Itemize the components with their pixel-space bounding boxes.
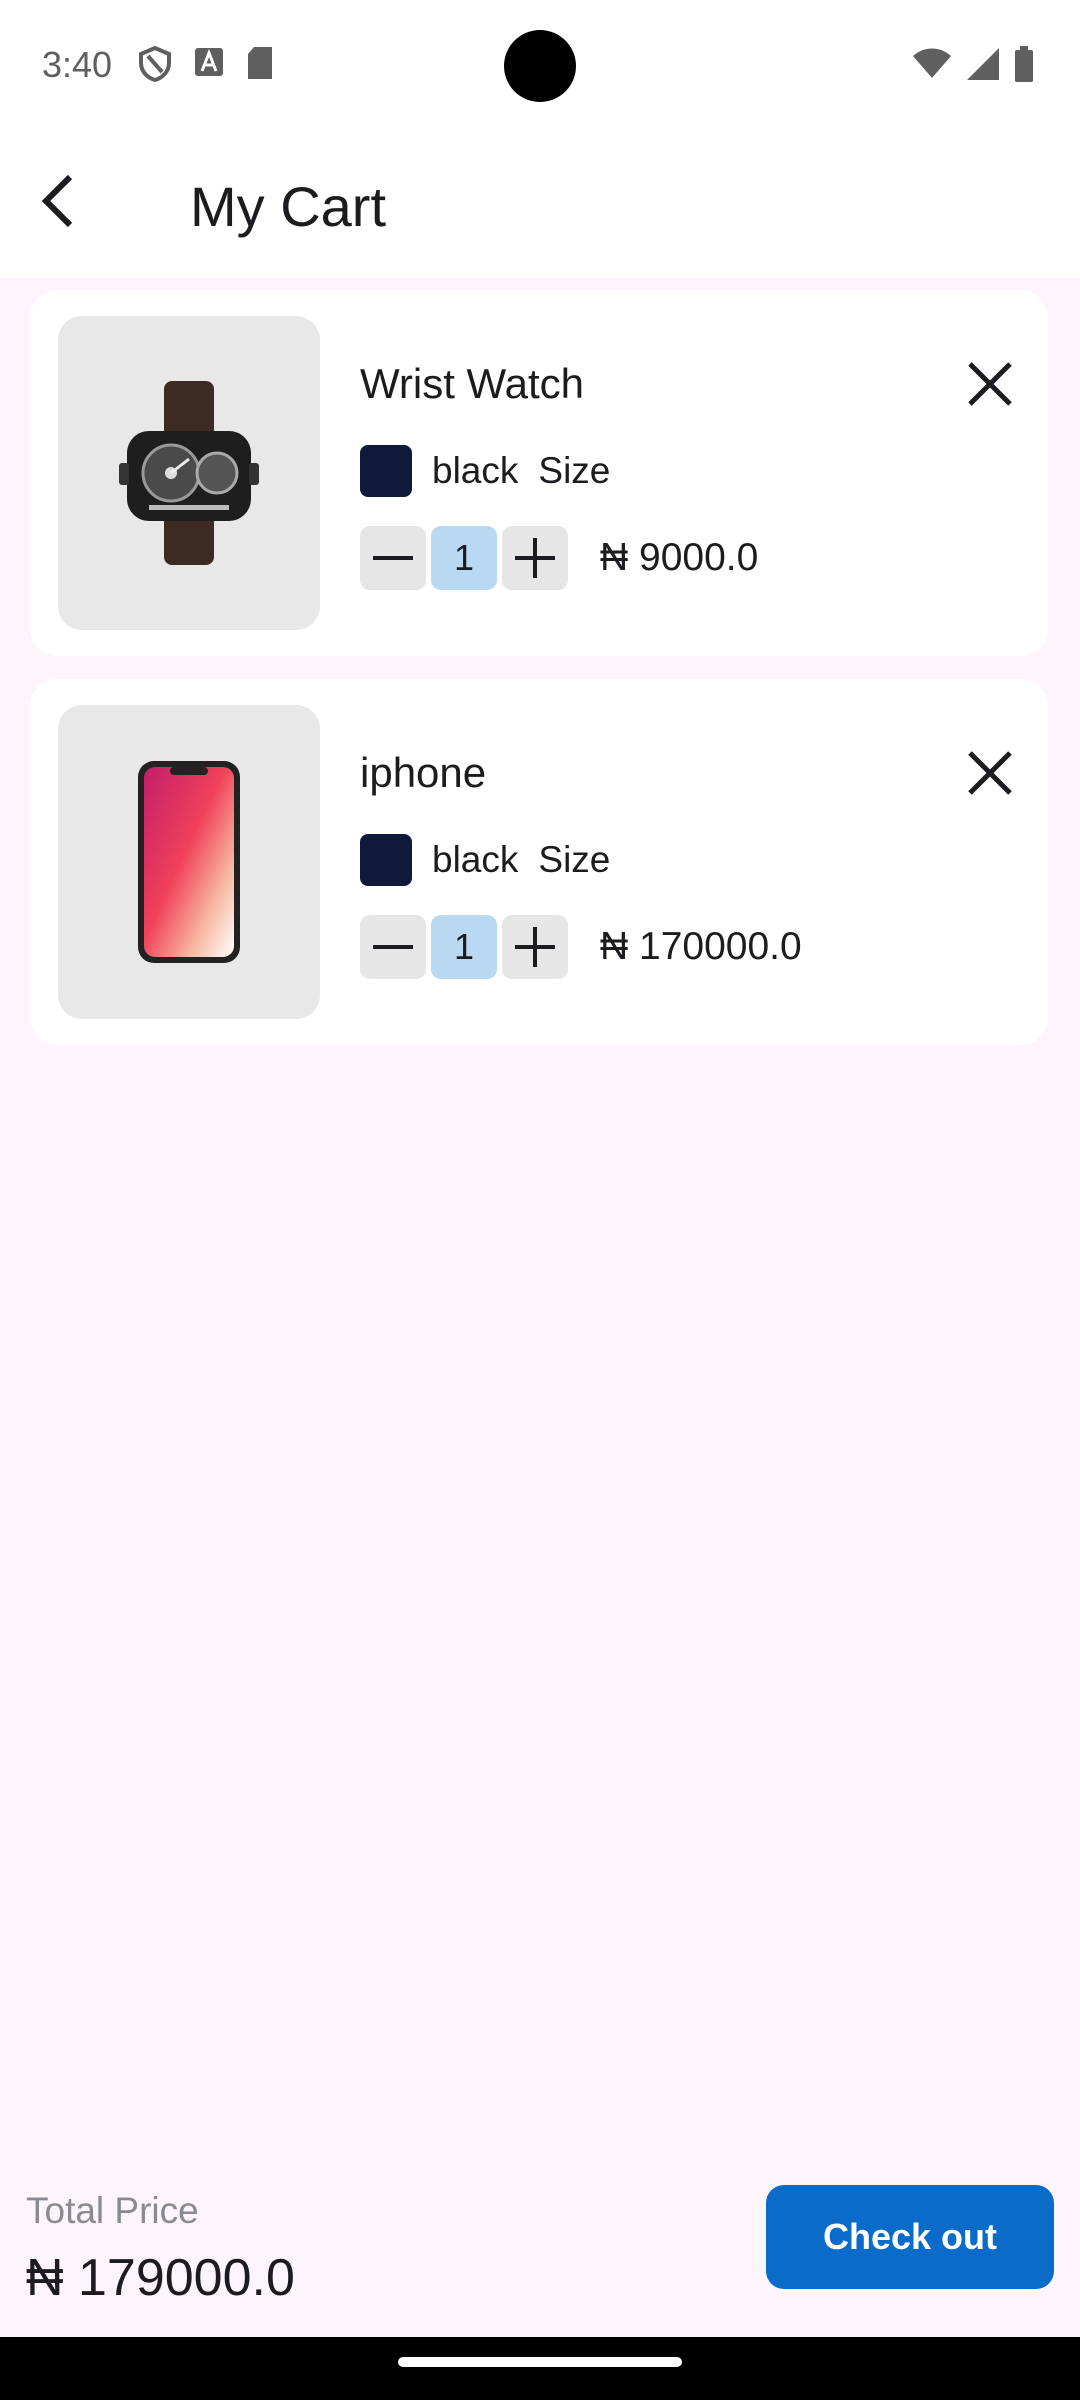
checkout-button[interactable]: Check out bbox=[766, 2185, 1054, 2289]
plus-icon bbox=[515, 538, 555, 578]
increase-quantity-button[interactable] bbox=[502, 915, 568, 979]
item-price: ₦ 9000.0 bbox=[600, 536, 759, 579]
decrease-quantity-button[interactable] bbox=[360, 915, 426, 979]
minus-icon bbox=[373, 945, 413, 949]
total-price-label: Total Price bbox=[26, 2190, 199, 2231]
text-a-icon bbox=[195, 48, 223, 76]
page-title: My Cart bbox=[190, 175, 386, 238]
back-button[interactable] bbox=[22, 165, 94, 237]
status-icons-right bbox=[912, 46, 1034, 82]
plus-icon bbox=[515, 927, 555, 967]
product-name: iphone bbox=[360, 749, 487, 796]
product-name: Wrist Watch bbox=[360, 360, 585, 407]
home-gesture-handle[interactable] bbox=[398, 2357, 682, 2367]
product-image[interactable] bbox=[58, 316, 320, 630]
app-bar: My Cart bbox=[0, 130, 1080, 278]
wrist-watch-image bbox=[119, 381, 259, 565]
cart-item-card: Wrist Watch black Size 1 ₦ 9000.0 bbox=[30, 290, 1048, 656]
status-bar: 3:40 bbox=[0, 0, 1080, 130]
quantity-stepper: 1 ₦ 9000.0 bbox=[360, 526, 758, 590]
shield-icon bbox=[139, 46, 171, 82]
sd-card-icon bbox=[248, 47, 272, 79]
battery-icon bbox=[1015, 46, 1033, 82]
wifi-icon bbox=[913, 48, 951, 78]
total-price-value: ₦ 179000.0 bbox=[26, 2249, 295, 2307]
product-image[interactable] bbox=[58, 705, 320, 1019]
iphone-image bbox=[138, 761, 240, 963]
status-icons-left bbox=[138, 46, 274, 82]
quantity-value: 1 bbox=[431, 915, 497, 979]
color-row: black Size bbox=[360, 834, 610, 886]
color-swatch bbox=[360, 834, 412, 886]
quantity-value: 1 bbox=[431, 526, 497, 590]
color-name: black bbox=[432, 450, 519, 491]
decrease-quantity-button[interactable] bbox=[360, 526, 426, 590]
minus-icon bbox=[373, 556, 413, 560]
increase-quantity-button[interactable] bbox=[502, 526, 568, 590]
signal-icon bbox=[967, 48, 999, 80]
color-swatch bbox=[360, 445, 412, 497]
color-row: black Size bbox=[360, 445, 610, 497]
size-label: Size bbox=[538, 839, 611, 880]
item-price: ₦ 170000.0 bbox=[600, 925, 802, 968]
close-icon bbox=[968, 751, 1012, 795]
remove-item-button[interactable] bbox=[960, 743, 1020, 803]
close-icon bbox=[968, 362, 1012, 406]
quantity-stepper: 1 ₦ 170000.0 bbox=[360, 915, 802, 979]
camera-cutout bbox=[504, 30, 576, 102]
navigation-bar bbox=[0, 2337, 1080, 2400]
cart-item-card: iphone black Size 1 ₦ 170000.0 bbox=[30, 679, 1048, 1045]
size-label: Size bbox=[538, 450, 611, 491]
remove-item-button[interactable] bbox=[960, 354, 1020, 414]
chevron-left-icon bbox=[41, 174, 73, 228]
color-name: black bbox=[432, 839, 519, 880]
status-time: 3:40 bbox=[42, 44, 113, 85]
